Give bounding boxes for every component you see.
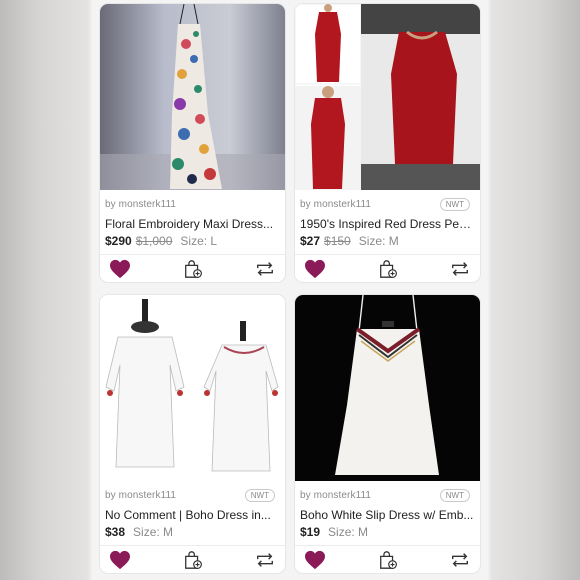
price-row: $19 Size: M — [300, 525, 368, 539]
listing-details: by monsterk111 NWT No Comment | Boho Dre… — [100, 481, 285, 541]
share-icon — [452, 553, 468, 567]
price: $290 — [105, 234, 132, 248]
nwt-badge: NWT — [439, 198, 470, 211]
listing-details: by monsterk111 NWT Boho White Slip Dress… — [295, 481, 480, 541]
listing-title[interactable]: Boho White Slip Dress w/ Emb... — [300, 508, 476, 522]
nwt-badge: NWT — [244, 489, 275, 502]
share-button[interactable] — [254, 550, 276, 570]
listing-card[interactable]: by monsterk111 NWT 1950's Inspired Red D… — [295, 4, 480, 282]
listing-photo[interactable] — [295, 295, 480, 481]
like-button[interactable] — [304, 259, 326, 279]
heart-icon — [305, 550, 325, 570]
share-button[interactable] — [449, 259, 471, 279]
price-row: $27 $150 Size: M — [300, 234, 399, 248]
add-to-bag-button[interactable] — [377, 550, 399, 570]
listing-actions — [295, 254, 480, 282]
listing-details: by monsterk111 Floral Embroidery Maxi Dr… — [100, 190, 285, 250]
listing-title[interactable]: Floral Embroidery Maxi Dress... — [105, 217, 281, 231]
add-to-bag-icon — [185, 551, 202, 569]
size: Size: L — [180, 234, 218, 248]
add-to-bag-icon — [380, 260, 397, 278]
price: $27 — [300, 234, 321, 248]
seller-name[interactable]: by monsterk111 — [105, 490, 176, 501]
share-button[interactable] — [254, 259, 276, 279]
nwt-badge: NWT — [439, 489, 470, 502]
listing-title[interactable]: No Comment | Boho Dress in... — [105, 508, 281, 522]
original-price: $1,000 — [135, 234, 173, 248]
like-button[interactable] — [109, 550, 131, 570]
listing-photo[interactable] — [295, 4, 480, 190]
listing-actions — [295, 545, 480, 573]
share-button[interactable] — [449, 550, 471, 570]
like-button[interactable] — [304, 550, 326, 570]
heart-icon — [305, 259, 325, 279]
heart-icon — [110, 550, 130, 570]
listing-card[interactable]: by monsterk111 NWT No Comment | Boho Dre… — [100, 295, 285, 573]
add-to-bag-icon — [185, 260, 202, 278]
listing-title[interactable]: 1950's Inspired Red Dress Penc... — [300, 217, 476, 231]
share-icon — [257, 553, 273, 567]
price-row: $38 Size: M — [105, 525, 173, 539]
size: Size: M — [328, 525, 369, 539]
like-button[interactable] — [109, 259, 131, 279]
listing-card[interactable]: by monsterk111 NWT Boho White Slip Dress… — [295, 295, 480, 573]
share-icon — [257, 262, 273, 276]
add-to-bag-button[interactable] — [377, 259, 399, 279]
size: Size: M — [358, 234, 399, 248]
price-row: $290 $1,000 Size: L — [105, 234, 217, 248]
seller-name[interactable]: by monsterk111 — [300, 199, 371, 210]
listing-actions — [100, 545, 285, 573]
original-price: $150 — [324, 234, 351, 248]
listing-details: by monsterk111 NWT 1950's Inspired Red D… — [295, 190, 480, 250]
listing-photo[interactable] — [100, 4, 285, 190]
add-to-bag-button[interactable] — [182, 259, 204, 279]
add-to-bag-button[interactable] — [182, 550, 204, 570]
size: Size: M — [133, 525, 174, 539]
share-icon — [452, 262, 468, 276]
seller-name[interactable]: by monsterk111 — [105, 199, 176, 210]
listing-actions — [100, 254, 285, 282]
seller-name[interactable]: by monsterk111 — [300, 490, 371, 501]
price: $19 — [300, 525, 321, 539]
listing-photo[interactable] — [100, 295, 285, 481]
listing-card[interactable]: by monsterk111 Floral Embroidery Maxi Dr… — [100, 4, 285, 282]
heart-icon — [110, 259, 130, 279]
add-to-bag-icon — [380, 551, 397, 569]
price: $38 — [105, 525, 126, 539]
